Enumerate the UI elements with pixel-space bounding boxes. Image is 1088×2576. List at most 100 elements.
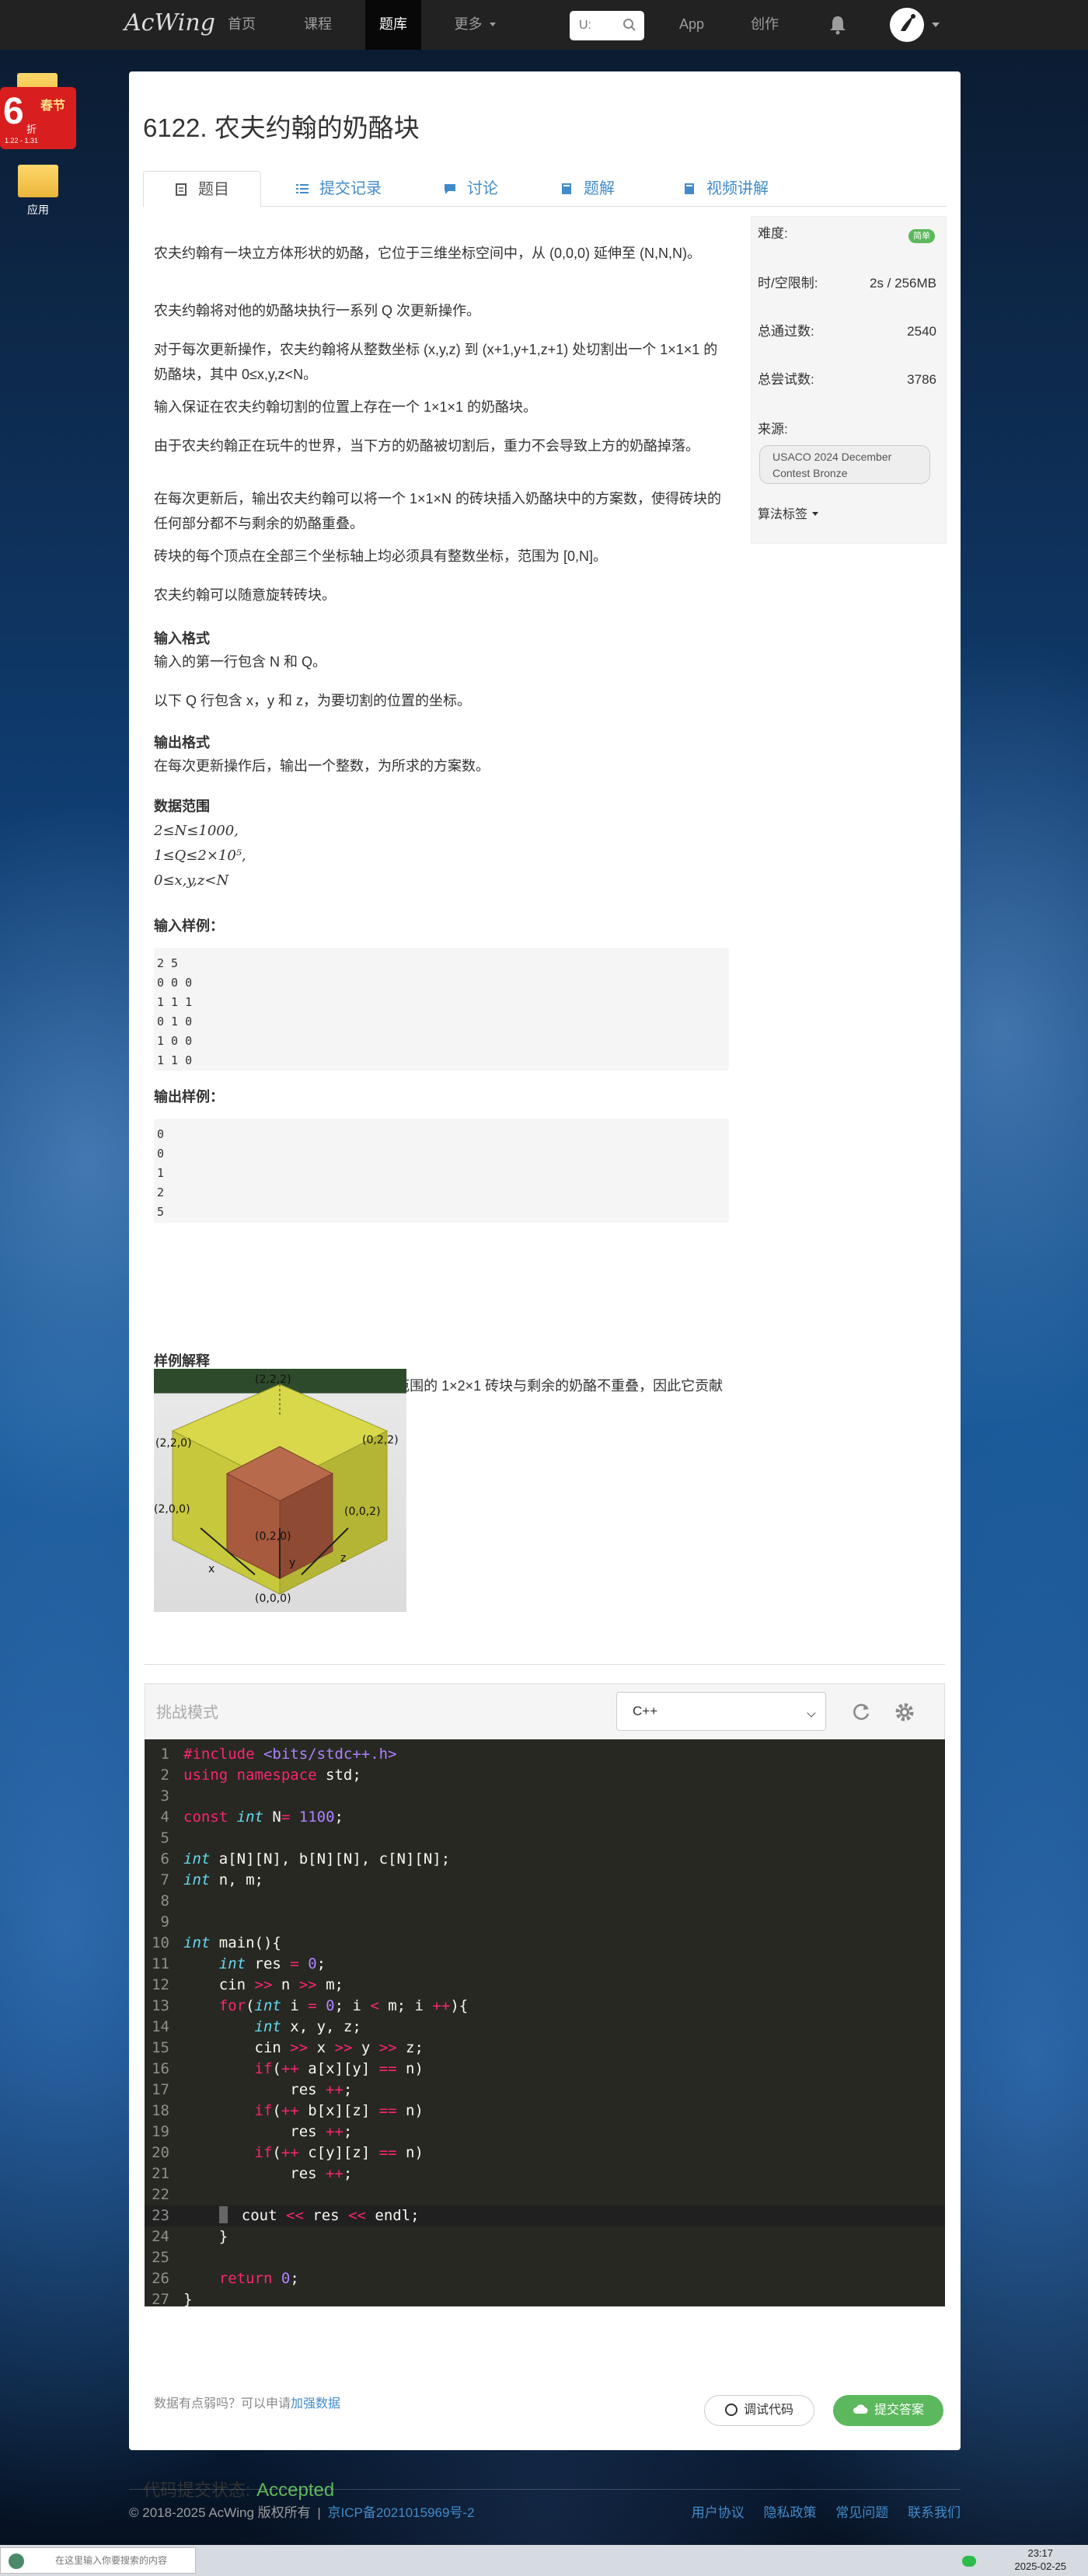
data-hint-text: 数据有点弱吗？可以申请 <box>154 2397 291 2411</box>
search-box <box>570 11 644 40</box>
site-logo[interactable]: AcWing <box>124 9 215 37</box>
attempts-row: 总尝试数: 3786 <box>758 364 941 395</box>
fig-label-002: (0,0,2) <box>344 1506 381 1518</box>
desc-paragraph-7: 砖块的每个顶点在全部三个坐标轴上均必须具有整数坐标，范围为 [0,N]。 <box>154 548 608 564</box>
footer-link-contact[interactable]: 联系我们 <box>908 2505 961 2520</box>
taskbar-search[interactable]: 在这里输入你要搜索的内容 <box>0 2547 196 2574</box>
fig-label-x: x <box>208 1563 214 1575</box>
limit-row: 时/空限制: 2s / 256MB <box>758 268 941 299</box>
cheese-cube-illustration: (2,2,2) (2,2,0) (0,2,2) (2,0,0) (0,0,2) … <box>154 1373 399 1605</box>
difficulty-badge: 简单 <box>908 229 935 243</box>
refresh-icon[interactable] <box>851 1702 871 1722</box>
language-value: C++ <box>633 1704 658 1718</box>
code-line[interactable]: 17 res ++; <box>145 2080 945 2101</box>
line-number: 11 <box>152 1955 169 1972</box>
avatar[interactable] <box>890 8 924 42</box>
nav-app[interactable]: App <box>670 0 713 50</box>
code-line[interactable]: 4 const int N= 1100; <box>145 1807 945 1828</box>
tab-solutions[interactable]: 题解 <box>539 171 636 207</box>
line-number: 16 <box>152 2060 169 2077</box>
festival-badge[interactable]: 6 折 春节 1.22 - 1.31 <box>0 87 76 149</box>
code-line[interactable]: 8 <box>145 1891 945 1912</box>
range-line-1: 2≤N≤1000, <box>154 823 239 839</box>
gear-icon[interactable] <box>893 1701 916 1724</box>
limit-label: 时/空限制: <box>758 276 818 291</box>
difficulty-row: 难度: 简单 <box>758 218 941 249</box>
algorithm-tags-toggle[interactable]: 算法标签 <box>758 500 941 531</box>
taskbar-search-placeholder: 在这里输入你要搜索的内容 <box>55 2555 168 2566</box>
line-number: 17 <box>152 2081 169 2098</box>
code-line[interactable]: 22 <box>145 2184 945 2205</box>
code-line[interactable]: 18 if(++ b[x][z] == n) <box>145 2101 945 2122</box>
badge-number: 6 <box>3 91 24 132</box>
strengthen-data-link[interactable]: 加强数据 <box>291 2397 340 2411</box>
footer-link-privacy[interactable]: 隐私政策 <box>764 2505 817 2520</box>
code-line[interactable]: 1 #include <bits/stdc++.h> <box>145 1744 945 1765</box>
code-line[interactable]: 16 if(++ a[x][y] == n) <box>145 2059 945 2080</box>
code-line[interactable]: 24 } <box>145 2226 945 2247</box>
code-line[interactable]: 12 cin >> n >> m; <box>145 1975 945 1996</box>
line-number: 12 <box>152 1976 169 1993</box>
range-heading: 数据范围 <box>154 799 210 814</box>
submit-button[interactable]: 提交答案 <box>833 2395 943 2426</box>
code-line[interactable]: 7 int n, m; <box>145 1870 945 1891</box>
tab-discuss[interactable]: 讨论 <box>423 171 519 207</box>
code-line[interactable]: 15 cin >> x >> y >> z; <box>145 2038 945 2059</box>
code-line[interactable]: 19 res ++; <box>145 2122 945 2143</box>
debug-button[interactable]: 调试代码 <box>704 2395 814 2426</box>
search-input[interactable] <box>570 11 616 40</box>
code-line[interactable]: 25 <box>145 2247 945 2268</box>
desc-paragraph-4: 输入保证在农夫约翰切割的位置上存在一个 1×1×1 的奶酪块。 <box>154 399 538 415</box>
output-format-text: 在每次更新操作后，输出一个整数，为所求的方案数。 <box>154 758 490 774</box>
desktop-app-folder[interactable]: 应用 <box>14 165 62 218</box>
input-format-heading: 输入格式 <box>154 631 210 646</box>
code-line[interactable]: 21 res ++; <box>145 2163 945 2184</box>
wechat-tray-icon[interactable] <box>962 2556 976 2567</box>
code-line[interactable]: 23 cout << res << endl; <box>145 2205 945 2226</box>
code-line[interactable]: 20 if(++ c[y][z] == n) <box>145 2143 945 2163</box>
code-line[interactable]: 14 int x, y, z; <box>145 2017 945 2038</box>
source-tag[interactable]: USACO 2024 December Contest Bronze <box>759 445 930 484</box>
code-editor-section: 挑战模式 C++ 1 #include <bits/stdc++.h> 2 using… <box>145 1683 945 2375</box>
code-line[interactable]: 27} <box>145 2289 945 2306</box>
nav-courses[interactable]: 课程 <box>291 0 345 50</box>
code-line[interactable]: 13 for(int i = 0; i < m; i ++){ <box>145 1996 945 2017</box>
code-line[interactable]: 5 <box>145 1828 945 1849</box>
code-line[interactable]: 10 int main(){ <box>145 1933 945 1954</box>
chevron-down-icon <box>807 1708 816 1718</box>
comment-icon <box>445 184 455 194</box>
search-icon[interactable] <box>622 18 636 32</box>
code-line[interactable]: 9 <box>145 1912 945 1933</box>
code-line[interactable]: 11 int res = 0; <box>145 1954 945 1975</box>
desc-paragraph-3: 对于每次更新操作，农夫约翰将从整数坐标 (x,y,z) 到 (x+1,y+1,z… <box>154 342 718 382</box>
footer-link-faq[interactable]: 常见问题 <box>835 2505 888 2520</box>
tab-solutions-label: 题解 <box>584 180 615 197</box>
footer-link-terms[interactable]: 用户协议 <box>692 2505 745 2520</box>
icp-link[interactable]: 京ICP备2021015969号-2 <box>328 2505 475 2520</box>
code-line[interactable]: 2 using namespace std; <box>145 1765 945 1786</box>
nav-problems[interactable]: 题库 <box>365 0 421 50</box>
sample-input-heading: 输入样例： <box>154 918 224 934</box>
tab-problem[interactable]: 题目 <box>143 171 261 207</box>
bell-icon[interactable] <box>828 15 847 35</box>
nav-home[interactable]: 首页 <box>214 0 269 50</box>
sample-output-heading: 输出样例： <box>154 1089 224 1105</box>
nav-create[interactable]: 创作 <box>741 0 788 50</box>
nav-more[interactable]: 更多 <box>443 0 507 50</box>
status-value: Accepted <box>256 2480 335 2501</box>
code-line[interactable]: 3 <box>145 1786 945 1807</box>
tab-submissions[interactable]: 提交记录 <box>277 171 401 207</box>
taskbar-clock[interactable]: 23:17 2025-02-25 <box>1015 2546 1067 2573</box>
challenge-mode-label[interactable]: 挑战模式 <box>156 1700 218 1722</box>
page-title: 6122. 农夫约翰的奶酪块 <box>143 113 420 142</box>
difficulty-label: 难度: <box>758 226 788 241</box>
code-line[interactable]: 6 int a[N][N], b[N][N], c[N][N]; <box>145 1849 945 1870</box>
avatar-menu-caret[interactable] <box>932 23 940 27</box>
line-number: 13 <box>152 1997 169 2014</box>
code-editor[interactable]: 1 #include <bits/stdc++.h> 2 using namespac… <box>145 1739 945 2306</box>
tab-video[interactable]: 视频讲解 <box>668 171 783 207</box>
line-number: 15 <box>152 2039 169 2056</box>
code-line[interactable]: 26 return 0; <box>145 2268 945 2289</box>
language-select[interactable]: C++ <box>616 1692 826 1731</box>
output-format-heading: 输出格式 <box>154 735 210 750</box>
